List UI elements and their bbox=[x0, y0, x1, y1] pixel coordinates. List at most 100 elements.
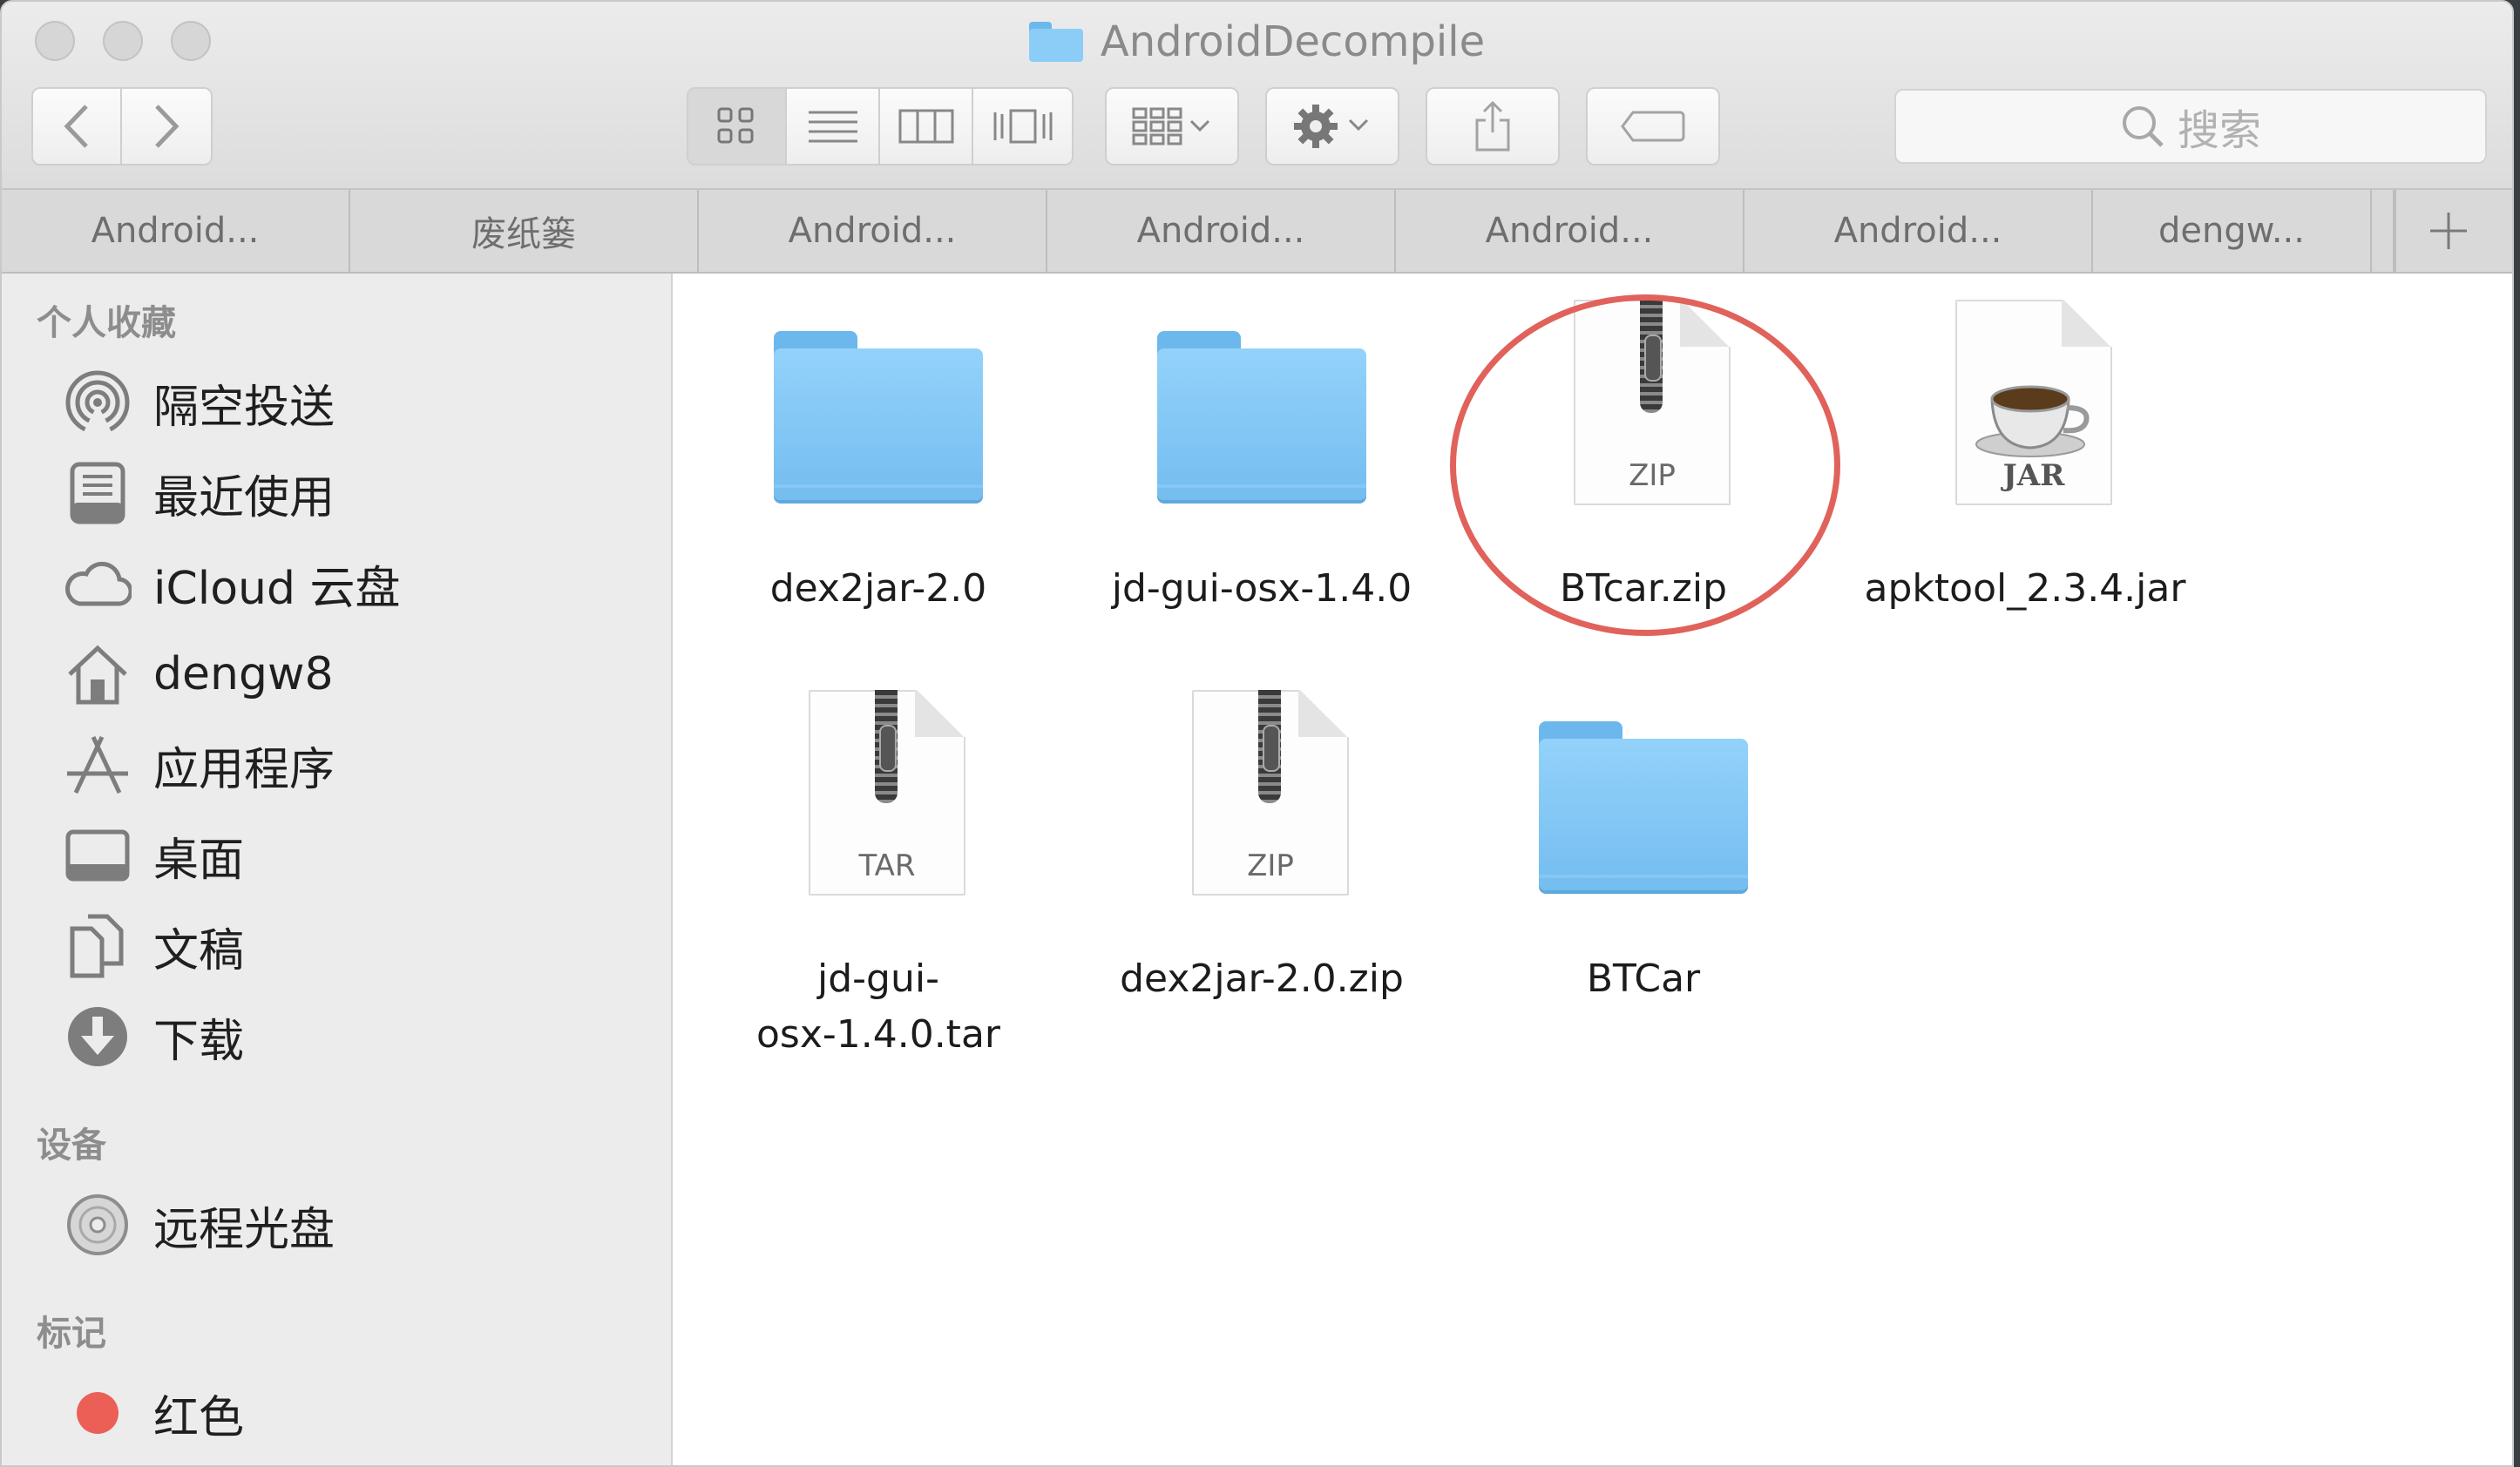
sidebar-item-downloads[interactable]: 下载 bbox=[2, 995, 671, 1078]
arrange-button[interactable] bbox=[1105, 87, 1239, 166]
favorites-heading: 个人收藏 bbox=[37, 303, 176, 343]
file-name-line-2: osx-1.4.0.tar bbox=[755, 1012, 1000, 1057]
sidebar-item-recents[interactable]: 最近使用 bbox=[2, 451, 671, 535]
sidebar-item-home[interactable]: dengw8 bbox=[2, 632, 671, 716]
airdrop-icon bbox=[63, 368, 132, 437]
applications-icon bbox=[63, 730, 132, 800]
file-extension-label: JAR bbox=[2002, 458, 2065, 493]
file-item-apktool-jar[interactable]: JAR apktool_2.3.4.jar bbox=[1833, 300, 2217, 617]
sidebar-item-label: 远程光盘 bbox=[153, 1203, 335, 1256]
list-view-button[interactable] bbox=[786, 89, 881, 164]
chevron-left-icon bbox=[64, 105, 88, 148]
file-item-dex2jar-folder[interactable]: dex2jar-2.0 bbox=[687, 300, 1070, 617]
search-placeholder: 搜索 bbox=[2177, 106, 2261, 155]
folder-icon bbox=[774, 331, 983, 502]
file-item-btcar-folder[interactable]: BTCar bbox=[1452, 690, 1835, 1007]
tab-android-4[interactable]: Android... bbox=[1396, 190, 1744, 272]
folder-icon bbox=[1157, 331, 1366, 502]
sidebar-item-label: 应用程序 bbox=[153, 743, 335, 796]
finder-window: AndroidDecompile 搜索 Android... 废纸篓 Andro… bbox=[0, 0, 2514, 1467]
search-icon bbox=[2122, 106, 2164, 147]
cover-flow-icon bbox=[993, 109, 1053, 144]
file-item-jd-gui-folder[interactable]: jd-gui-osx-1.4.0 bbox=[1070, 300, 1453, 617]
download-icon bbox=[63, 1002, 132, 1072]
sidebar-item-label: 下载 bbox=[153, 1015, 245, 1068]
tab-android-2[interactable]: Android... bbox=[699, 190, 1047, 272]
forward-button[interactable] bbox=[122, 89, 211, 164]
zipper-icon bbox=[1258, 690, 1281, 803]
sidebar-item-icloud[interactable]: iCloud 云盘 bbox=[2, 542, 671, 625]
sidebar-item-label: iCloud 云盘 bbox=[153, 562, 401, 615]
documents-icon bbox=[63, 911, 132, 981]
file-extension-label: TAR bbox=[858, 848, 916, 883]
sidebar-item-documents[interactable]: 文稿 bbox=[2, 904, 671, 988]
tab-android-5[interactable]: Android... bbox=[1744, 190, 2093, 272]
tag-icon bbox=[1621, 111, 1685, 142]
file-item-jd-gui-tar[interactable]: TAR jd-gui- osx-1.4.0.tar bbox=[687, 690, 1070, 1063]
coffee-cup-icon bbox=[1975, 385, 2090, 457]
tags-heading: 标记 bbox=[37, 1314, 106, 1354]
red-tag-icon bbox=[63, 1378, 132, 1448]
recents-icon bbox=[63, 458, 132, 528]
file-name: jd-gui-osx-1.4.0 bbox=[1111, 566, 1412, 611]
file-name: apktool_2.3.4.jar bbox=[1864, 566, 2186, 611]
zip-archive-icon: ZIP bbox=[1192, 690, 1349, 896]
sidebar-item-label: 最近使用 bbox=[153, 471, 335, 524]
tags-button[interactable] bbox=[1586, 87, 1720, 166]
file-name: jd-gui- osx-1.4.0.tar bbox=[687, 951, 1070, 1063]
gear-icon bbox=[1294, 105, 1369, 148]
new-tab-button[interactable] bbox=[2395, 190, 2501, 272]
sidebar-item-airdrop[interactable]: 隔空投送 bbox=[2, 361, 671, 444]
icon-view-button[interactable] bbox=[688, 89, 787, 164]
sidebar-item-label: dengw8 bbox=[153, 648, 334, 700]
file-name: BTCar bbox=[1586, 957, 1701, 1001]
tab-android-3[interactable]: Android... bbox=[1047, 190, 1396, 272]
tab-trash[interactable]: 废纸篓 bbox=[350, 190, 699, 272]
sidebar: 个人收藏 隔空投送 最近使用 iCloud 云盘 dengw8 应用程序 桌面 … bbox=[2, 274, 673, 1465]
folder-icon bbox=[1539, 721, 1748, 892]
search-field[interactable]: 搜索 bbox=[1894, 89, 2487, 164]
sidebar-item-label: 红色 bbox=[153, 1391, 245, 1444]
sidebar-item-remote-disc[interactable]: 远程光盘 bbox=[2, 1183, 671, 1267]
cloud-icon bbox=[63, 549, 132, 619]
sidebar-item-tag-red[interactable]: 红色 bbox=[2, 1371, 671, 1455]
sidebar-item-applications[interactable]: 应用程序 bbox=[2, 723, 671, 807]
sidebar-item-label: 桌面 bbox=[153, 834, 245, 887]
jar-file-icon: JAR bbox=[1955, 300, 2112, 505]
column-view-button[interactable] bbox=[880, 89, 974, 164]
disc-icon bbox=[63, 1190, 132, 1260]
tab-android-1[interactable]: Android... bbox=[2, 190, 350, 272]
file-name-line-1: jd-gui- bbox=[817, 957, 939, 1001]
toolbar: AndroidDecompile 搜索 bbox=[2, 2, 2512, 190]
tab-divider bbox=[2372, 190, 2395, 272]
grid-icon bbox=[717, 107, 754, 144]
desktop-icon bbox=[63, 821, 132, 890]
sidebar-item-label: 文稿 bbox=[153, 924, 245, 977]
tab-bar: Android... 废纸篓 Android... Android... And… bbox=[2, 190, 2512, 274]
folder-icon bbox=[1028, 22, 1083, 62]
file-extension-label: ZIP bbox=[1247, 848, 1294, 883]
share-icon bbox=[1475, 101, 1510, 152]
list-icon bbox=[808, 111, 857, 143]
chevron-right-icon bbox=[155, 105, 180, 148]
back-button[interactable] bbox=[33, 89, 123, 164]
devices-heading: 设备 bbox=[37, 1126, 106, 1166]
arrange-icon bbox=[1132, 107, 1210, 145]
action-button[interactable] bbox=[1265, 87, 1399, 166]
window-title: AndroidDecompile bbox=[2, 14, 2512, 70]
file-name: dex2jar-2.0.zip bbox=[1120, 957, 1404, 1001]
home-icon bbox=[63, 639, 132, 709]
tab-dengw[interactable]: dengw... bbox=[2093, 190, 2372, 272]
file-item-dex2jar-zip[interactable]: ZIP dex2jar-2.0.zip bbox=[1070, 690, 1453, 1007]
highlight-annotation-circle bbox=[1450, 294, 1840, 636]
sidebar-item-label: 隔空投送 bbox=[153, 381, 335, 434]
share-button[interactable] bbox=[1426, 87, 1560, 166]
tar-archive-icon: TAR bbox=[809, 690, 965, 896]
sidebar-item-desktop[interactable]: 桌面 bbox=[2, 814, 671, 897]
columns-icon bbox=[898, 109, 954, 144]
window-title-text: AndroidDecompile bbox=[1100, 17, 1486, 66]
view-mode-selector bbox=[687, 87, 1074, 166]
navigation-buttons bbox=[31, 87, 213, 166]
plus-icon bbox=[2430, 213, 2467, 249]
cover-flow-view-button[interactable] bbox=[973, 89, 1072, 164]
